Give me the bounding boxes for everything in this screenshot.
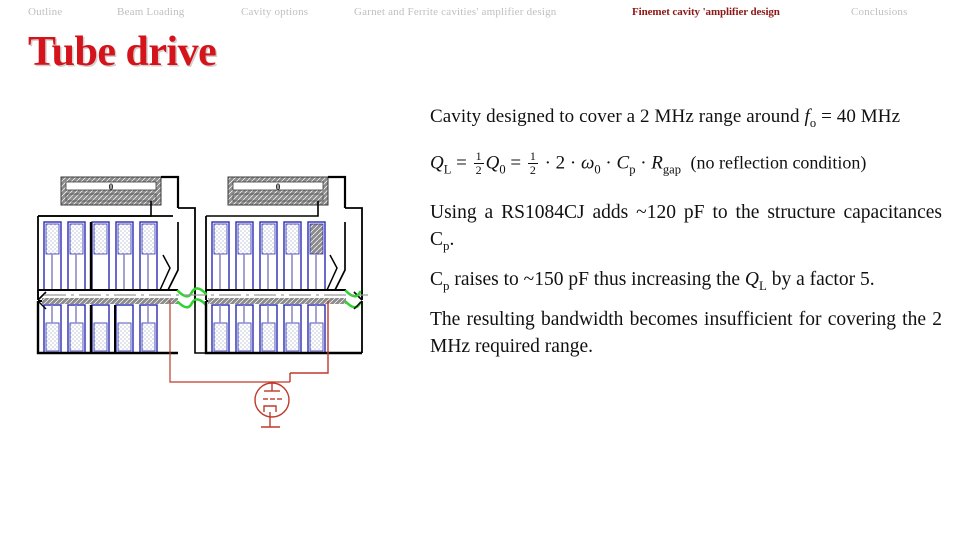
nav-item-conclusions[interactable]: Conclusions <box>851 5 908 19</box>
formula-note: (no reflection condition) <box>690 152 867 173</box>
core-cell <box>89 221 110 291</box>
core-cell <box>89 304 110 354</box>
core-cell <box>211 221 230 291</box>
formula-eq1: = <box>451 152 472 174</box>
headline-cavity-range: Cavity designed to cover a 2 MHz range a… <box>430 106 942 131</box>
nav-item-finemet-active[interactable]: Finemet cavity 'amplifier design <box>632 5 780 19</box>
formula-dot-2: · <box>635 152 652 174</box>
para2-cp: C <box>430 269 444 291</box>
top-navigation-bar: Outline Beam Loading Cavity options Garn… <box>0 0 960 26</box>
coupler-box-left: 0 <box>38 175 180 217</box>
frac-numerator: 1 <box>475 148 482 163</box>
coupler-box-right: 0 <box>206 175 347 217</box>
core-cell <box>211 304 230 354</box>
coupler-label-right: 0 <box>276 182 281 192</box>
vacuum-tube-icon <box>254 382 290 428</box>
paragraph-rs1084cj: Using a RS1084CJ adds ~120 pF to the str… <box>430 199 942 260</box>
formula-one-half-a: 12 <box>473 148 484 177</box>
formula-loaded-q: QL = 1 2 Q0 = 12 · 2 · ω0 · Cp · Rgap (no … <box>430 148 942 177</box>
core-cell <box>283 304 302 354</box>
formula-Cp: C <box>616 152 630 174</box>
core-cell <box>259 304 278 354</box>
para2-tail: by a factor 5. <box>766 269 875 291</box>
core-cell <box>307 221 326 291</box>
headline-suffix: = 40 MHz <box>816 106 901 127</box>
core-cell <box>139 304 158 354</box>
core-cell <box>67 221 86 291</box>
page-title: Tube drive <box>28 29 217 75</box>
paragraph-cp-raises: Cp raises to ~150 pF thus increasing the… <box>430 266 942 300</box>
formula-dot-1: · <box>600 152 617 174</box>
finemet-cavity-schematic: 0 0 <box>18 160 398 450</box>
paragraph-period: . <box>449 229 455 251</box>
formula-mid: · 2 · <box>539 152 581 174</box>
core-cell <box>43 304 62 354</box>
paragraph-rs1084cj-text: Using a RS1084CJ adds ~120 pF to the str… <box>430 202 942 251</box>
formula-Rgap-sub: gap <box>662 162 681 177</box>
frac-denominator: 2 <box>527 162 538 177</box>
nav-item-cavity-options[interactable]: Cavity options <box>241 5 308 19</box>
frac-numerator: 1 <box>529 148 536 163</box>
coupler-label-left: 0 <box>109 182 114 192</box>
para2-mid: raises to ~150 pF thus increasing the <box>449 269 745 291</box>
core-cells-lower-left <box>43 304 158 354</box>
core-cells-upper-left <box>43 221 179 291</box>
core-cell <box>67 304 86 354</box>
para2-QL-sub: L <box>758 279 767 294</box>
core-cell <box>43 221 62 291</box>
core-cell <box>115 221 134 291</box>
paragraph-bandwidth: The resulting bandwidth becomes insuffic… <box>430 309 942 358</box>
core-cell <box>235 304 254 354</box>
slide-body-text: Cavity designed to cover a 2 MHz range a… <box>430 106 942 360</box>
headline-prefix: Cavity designed to cover a 2 MHz range a… <box>430 106 805 127</box>
nav-item-garnet-ferrite[interactable]: Garnet and Ferrite cavities' amplifier d… <box>354 5 557 19</box>
nav-item-outline[interactable]: Outline <box>28 5 62 19</box>
core-cell <box>114 304 134 354</box>
frac-denominator: 2 <box>473 162 484 177</box>
formula-Rgap: R <box>651 152 663 174</box>
core-cell <box>283 221 302 291</box>
core-cell <box>307 304 326 354</box>
core-cell <box>139 221 158 291</box>
formula-one-half-b: 12 <box>527 148 538 177</box>
core-cells-lower-right <box>211 304 326 354</box>
core-cells-upper-right <box>211 221 346 291</box>
formula-QL: Q <box>430 152 444 174</box>
core-cell <box>259 221 278 291</box>
para2-QL: Q <box>744 269 759 291</box>
nav-item-beam-loading[interactable]: Beam Loading <box>117 5 184 19</box>
formula-omega: ω <box>580 152 595 174</box>
formula-eq2: = <box>505 152 526 174</box>
formula-Q0: Q <box>485 152 500 174</box>
core-cell <box>235 221 254 291</box>
